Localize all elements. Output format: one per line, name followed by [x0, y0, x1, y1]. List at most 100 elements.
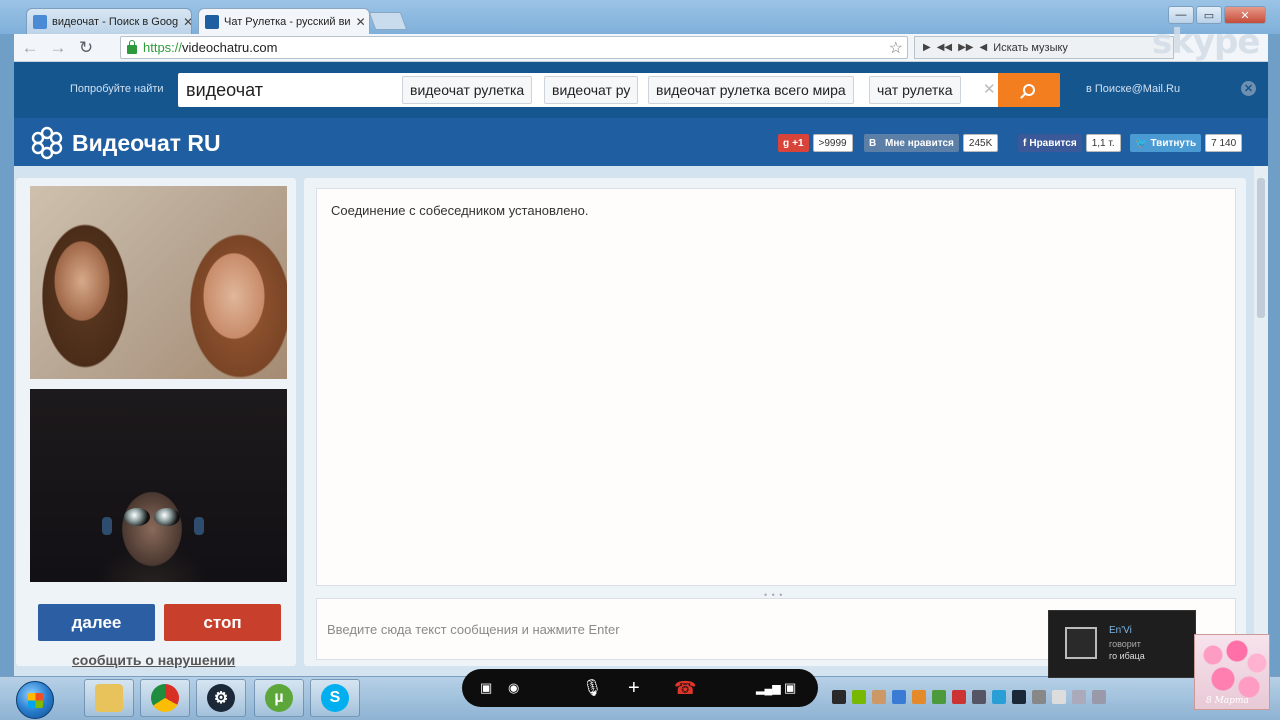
volume-icon[interactable]: ◀	[979, 42, 987, 53]
chat-bubble-icon[interactable]: ◉	[508, 678, 519, 698]
suggestion-chip[interactable]: видеочат ру	[544, 76, 639, 104]
close-tab-icon[interactable]: ✕	[183, 15, 191, 29]
tray-app-icon[interactable]	[1032, 690, 1046, 704]
vk-icon: В	[869, 137, 877, 149]
gplus-button[interactable]: g +1	[778, 134, 809, 152]
vk-count: 245K	[962, 134, 999, 152]
taskbar-steam[interactable]: ⚙	[196, 679, 246, 717]
notification-verb: говорит	[1109, 639, 1141, 649]
vk-like[interactable]: В Мне нравится 245K	[864, 134, 999, 152]
suggestion-chip[interactable]: видеочат рулетка	[402, 76, 533, 104]
add-participant-icon[interactable]: +	[628, 677, 640, 699]
facebook-icon: f	[1023, 137, 1027, 149]
start-button[interactable]	[16, 681, 54, 719]
fast-forward-icon[interactable]: ▶▶	[958, 42, 973, 53]
music-search-bar[interactable]: ▶ ◀◀ ▶▶ ◀ Искать музыку	[914, 36, 1174, 59]
url-host: videochatru.com	[182, 40, 278, 55]
facebook-like[interactable]: f Нравится 1,1 т.	[1018, 134, 1121, 152]
clear-search-icon[interactable]: ✕	[983, 80, 996, 98]
folder-icon	[95, 684, 123, 712]
taskbar-explorer[interactable]	[84, 679, 134, 717]
local-video	[30, 389, 287, 582]
sunglasses-lens	[154, 508, 180, 526]
close-tab-icon[interactable]: ✕	[356, 15, 366, 29]
facebook-count: 1,1 т.	[1085, 134, 1121, 152]
browser-tabstrip: видеочат - Поиск в Goog ✕ Чат Рулетка - …	[0, 0, 1280, 34]
videochat-favicon-icon	[205, 14, 219, 29]
tray-network-icon[interactable]	[892, 690, 906, 704]
site-title: Видеочат RU	[72, 130, 221, 156]
music-search-placeholder: Искать музыку	[993, 41, 1068, 54]
tray-nvidia-icon[interactable]	[852, 690, 866, 704]
taskbar-chrome[interactable]	[140, 679, 190, 717]
tray-app-icon[interactable]	[912, 690, 926, 704]
next-button[interactable]: далее	[38, 604, 155, 641]
suggestion-chip[interactable]: видеочат рулетка всего мира	[648, 76, 854, 104]
tray-app-icon[interactable]	[952, 690, 966, 704]
rewind-icon[interactable]: ◀◀	[937, 42, 952, 53]
tweet-count: 7 140	[1205, 134, 1243, 152]
tray-app-icon[interactable]	[932, 690, 946, 704]
contact-avatar	[1065, 627, 1097, 659]
tray-app-icon[interactable]	[872, 690, 886, 704]
mailru-brand-label: в Поиске@Mail.Ru	[1086, 83, 1181, 95]
skype-icon: S	[321, 684, 349, 712]
utorrent-icon: µ	[265, 684, 293, 712]
tweet-button[interactable]: 🐦 Твитнуть	[1130, 134, 1202, 152]
tray-app-icon[interactable]	[832, 690, 846, 704]
tab-google-search[interactable]: видеочат - Поиск в Goog ✕	[26, 8, 192, 34]
taskbar-skype[interactable]: S	[310, 679, 360, 717]
tray-volume-icon[interactable]	[1072, 690, 1086, 704]
mailru-search-bar: Попробуйте найти видеочат видеочат рулет…	[14, 62, 1268, 118]
hang-up-icon[interactable]: ☎	[674, 678, 696, 698]
report-violation-link[interactable]: сообщить о нарушении	[72, 652, 235, 668]
back-icon[interactable]: ←	[18, 36, 42, 60]
browser-toolbar: ← → ↻ https:// videochatru.com ☆ ▶ ◀◀ ▶▶…	[14, 34, 1268, 62]
headphone	[194, 517, 204, 535]
taskbar-utorrent[interactable]: µ	[254, 679, 304, 717]
tray-signal-icon[interactable]	[1092, 690, 1106, 704]
facebook-label: Нравится	[1029, 137, 1077, 149]
forward-icon[interactable]: →	[46, 36, 70, 60]
scrollbar-thumb[interactable]	[1257, 178, 1265, 318]
vk-like-button[interactable]: В Мне нравится	[864, 134, 959, 152]
system-tray	[832, 680, 1192, 714]
tray-monitor-icon[interactable]	[972, 690, 986, 704]
tweet-label: Твитнуть	[1150, 137, 1197, 149]
address-bar[interactable]: https:// videochatru.com ☆	[120, 36, 908, 59]
gplus-count: >9999	[812, 134, 853, 152]
search-button[interactable]	[998, 73, 1060, 107]
facebook-like-button[interactable]: f Нравится	[1018, 134, 1082, 152]
stop-button[interactable]: стоп	[164, 604, 281, 641]
notification-message: го ибаца	[1109, 651, 1145, 661]
try-search-label: Попробуйте найти	[70, 83, 164, 95]
video-toggle-icon[interactable]: ▣	[480, 678, 492, 698]
new-tab-button[interactable]	[368, 12, 408, 30]
chat-panel: Соединение с собеседником установлено. •…	[304, 178, 1246, 666]
page-scrollbar[interactable]	[1254, 166, 1268, 676]
tray-app-icon[interactable]	[992, 690, 1006, 704]
gplus-share[interactable]: g +1 >9999	[778, 134, 853, 152]
microphone-icon[interactable]: 🎙	[582, 678, 602, 698]
gplus-icon: g	[783, 137, 790, 149]
tab-videochat[interactable]: Чат Рулетка - русский ви ✕	[198, 8, 370, 34]
sunglasses-lens	[124, 508, 150, 526]
tray-steam-icon[interactable]	[1012, 690, 1026, 704]
expand-chat-icon[interactable]: ▣	[784, 678, 796, 698]
mailru-search-input[interactable]: видеочат видеочат рулетка видеочат ру ви…	[178, 73, 1060, 107]
steam-icon: ⚙	[207, 684, 235, 712]
suggestion-chip[interactable]: чат рулетка	[869, 76, 961, 104]
search-icon	[1023, 84, 1035, 96]
reload-icon[interactable]: ↻	[74, 36, 98, 60]
notification-sender: En'Vi	[1109, 625, 1132, 636]
close-bar-icon[interactable]: ✕	[1241, 81, 1256, 96]
vk-label: Мне нравится	[885, 137, 954, 149]
chat-log: Соединение с собеседником установлено.	[316, 188, 1236, 586]
bookmark-star-icon[interactable]: ☆	[889, 38, 903, 58]
tray-flag-icon[interactable]	[1052, 690, 1066, 704]
tab-label: видеочат - Поиск в Goog	[52, 15, 179, 28]
site-header: Видеочат RU g +1 >9999 В Мне нравится 245…	[14, 118, 1268, 166]
skype-message-notification[interactable]: En'Vi говорит го ибаца	[1048, 610, 1196, 678]
play-icon[interactable]: ▶	[923, 42, 931, 53]
twitter-tweet[interactable]: 🐦 Твитнуть 7 140	[1130, 134, 1243, 152]
